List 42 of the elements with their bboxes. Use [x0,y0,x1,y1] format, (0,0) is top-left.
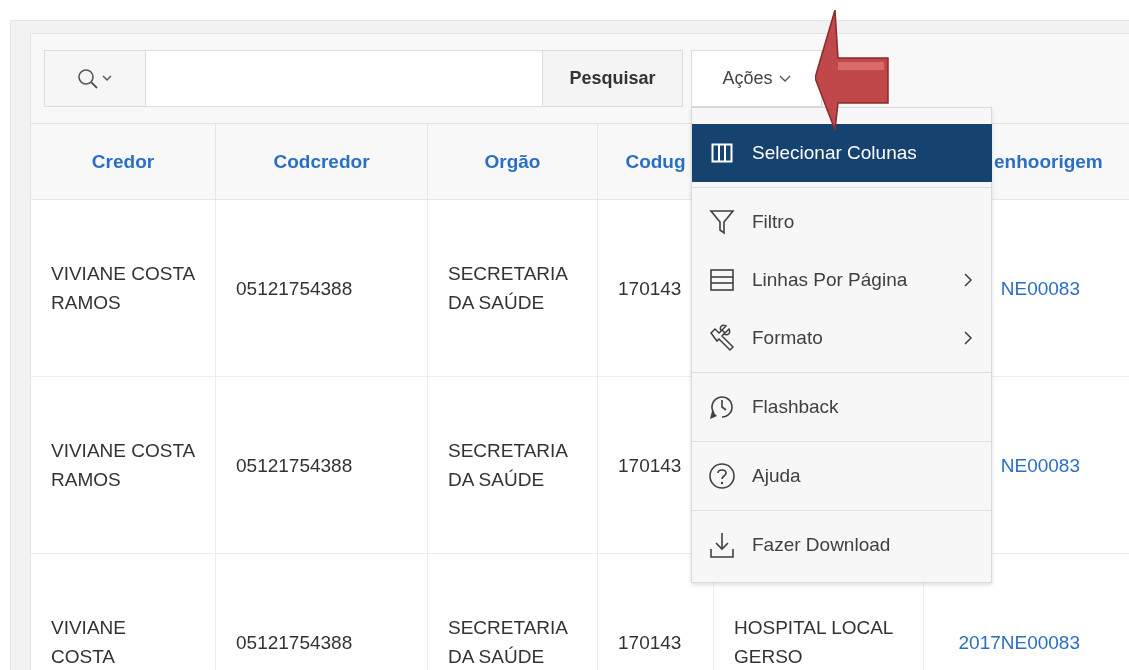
menu-item[interactable]: Filtro [692,193,991,251]
chevron-right-icon [964,273,973,287]
clock-arrow-icon [708,393,736,421]
download-icon [708,531,736,559]
wrench-icon [708,324,736,352]
table-cell-text: SECRETARIA DA SAÚDE [448,439,569,492]
menu-item[interactable]: Selecionar Colunas [692,124,992,182]
table-cell-link[interactable]: NE00083 [1000,273,1080,303]
chevron-right-icon [964,331,973,345]
chevron-down-icon [778,74,791,83]
column-header[interactable]: Codug [625,150,686,173]
menu-item[interactable]: Formato [692,309,991,367]
column-header[interactable]: Credor [91,150,155,173]
search-field[interactable]: Pesquisar [44,50,683,107]
table-cell-text: VIVIANE COSTA [51,616,127,669]
table-cell-text: VIVIANE COSTA RAMOS [51,262,195,315]
table-cell-text: SECRETARIA DA SAÚDE [448,616,569,669]
search-column-button[interactable] [45,51,146,106]
menu-item[interactable]: Linhas Por Página [692,251,991,309]
actions-menu-button[interactable]: Ações [691,50,822,107]
table-cell-text: 05121754388 [236,276,353,301]
table-cell-text: 170143 [618,453,682,478]
table-cell-text: VIVIANE COSTA RAMOS [51,439,195,492]
help-icon [708,462,736,490]
rows-icon [708,269,736,291]
table-cell-text: SECRETARIA DA SAÚDE [448,262,569,315]
menu-item[interactable]: Flashback [692,378,991,436]
column-header[interactable]: enhoorigem [994,150,1103,173]
table-cell-text: HOSPITAL LOCAL GERSO [734,616,894,669]
column-header[interactable]: Orgão [484,150,541,173]
table-cell-text: 170143 [618,630,682,655]
table-cell-text: 05121754388 [236,453,353,478]
search-button[interactable]: Pesquisar [542,51,682,106]
menu-item[interactable]: Fazer Download [692,516,991,574]
table-cell-link[interactable]: 2017NE00083 [958,627,1080,657]
column-header[interactable]: Codcredor [273,150,370,173]
table-cell-link[interactable]: NE00083 [1000,450,1080,480]
filter-icon [708,209,736,235]
menu-item[interactable]: Ajuda [692,447,991,505]
table-cell-text: 170143 [618,276,682,301]
table-cell-text: 05121754388 [236,630,353,655]
search-icon [77,67,113,90]
